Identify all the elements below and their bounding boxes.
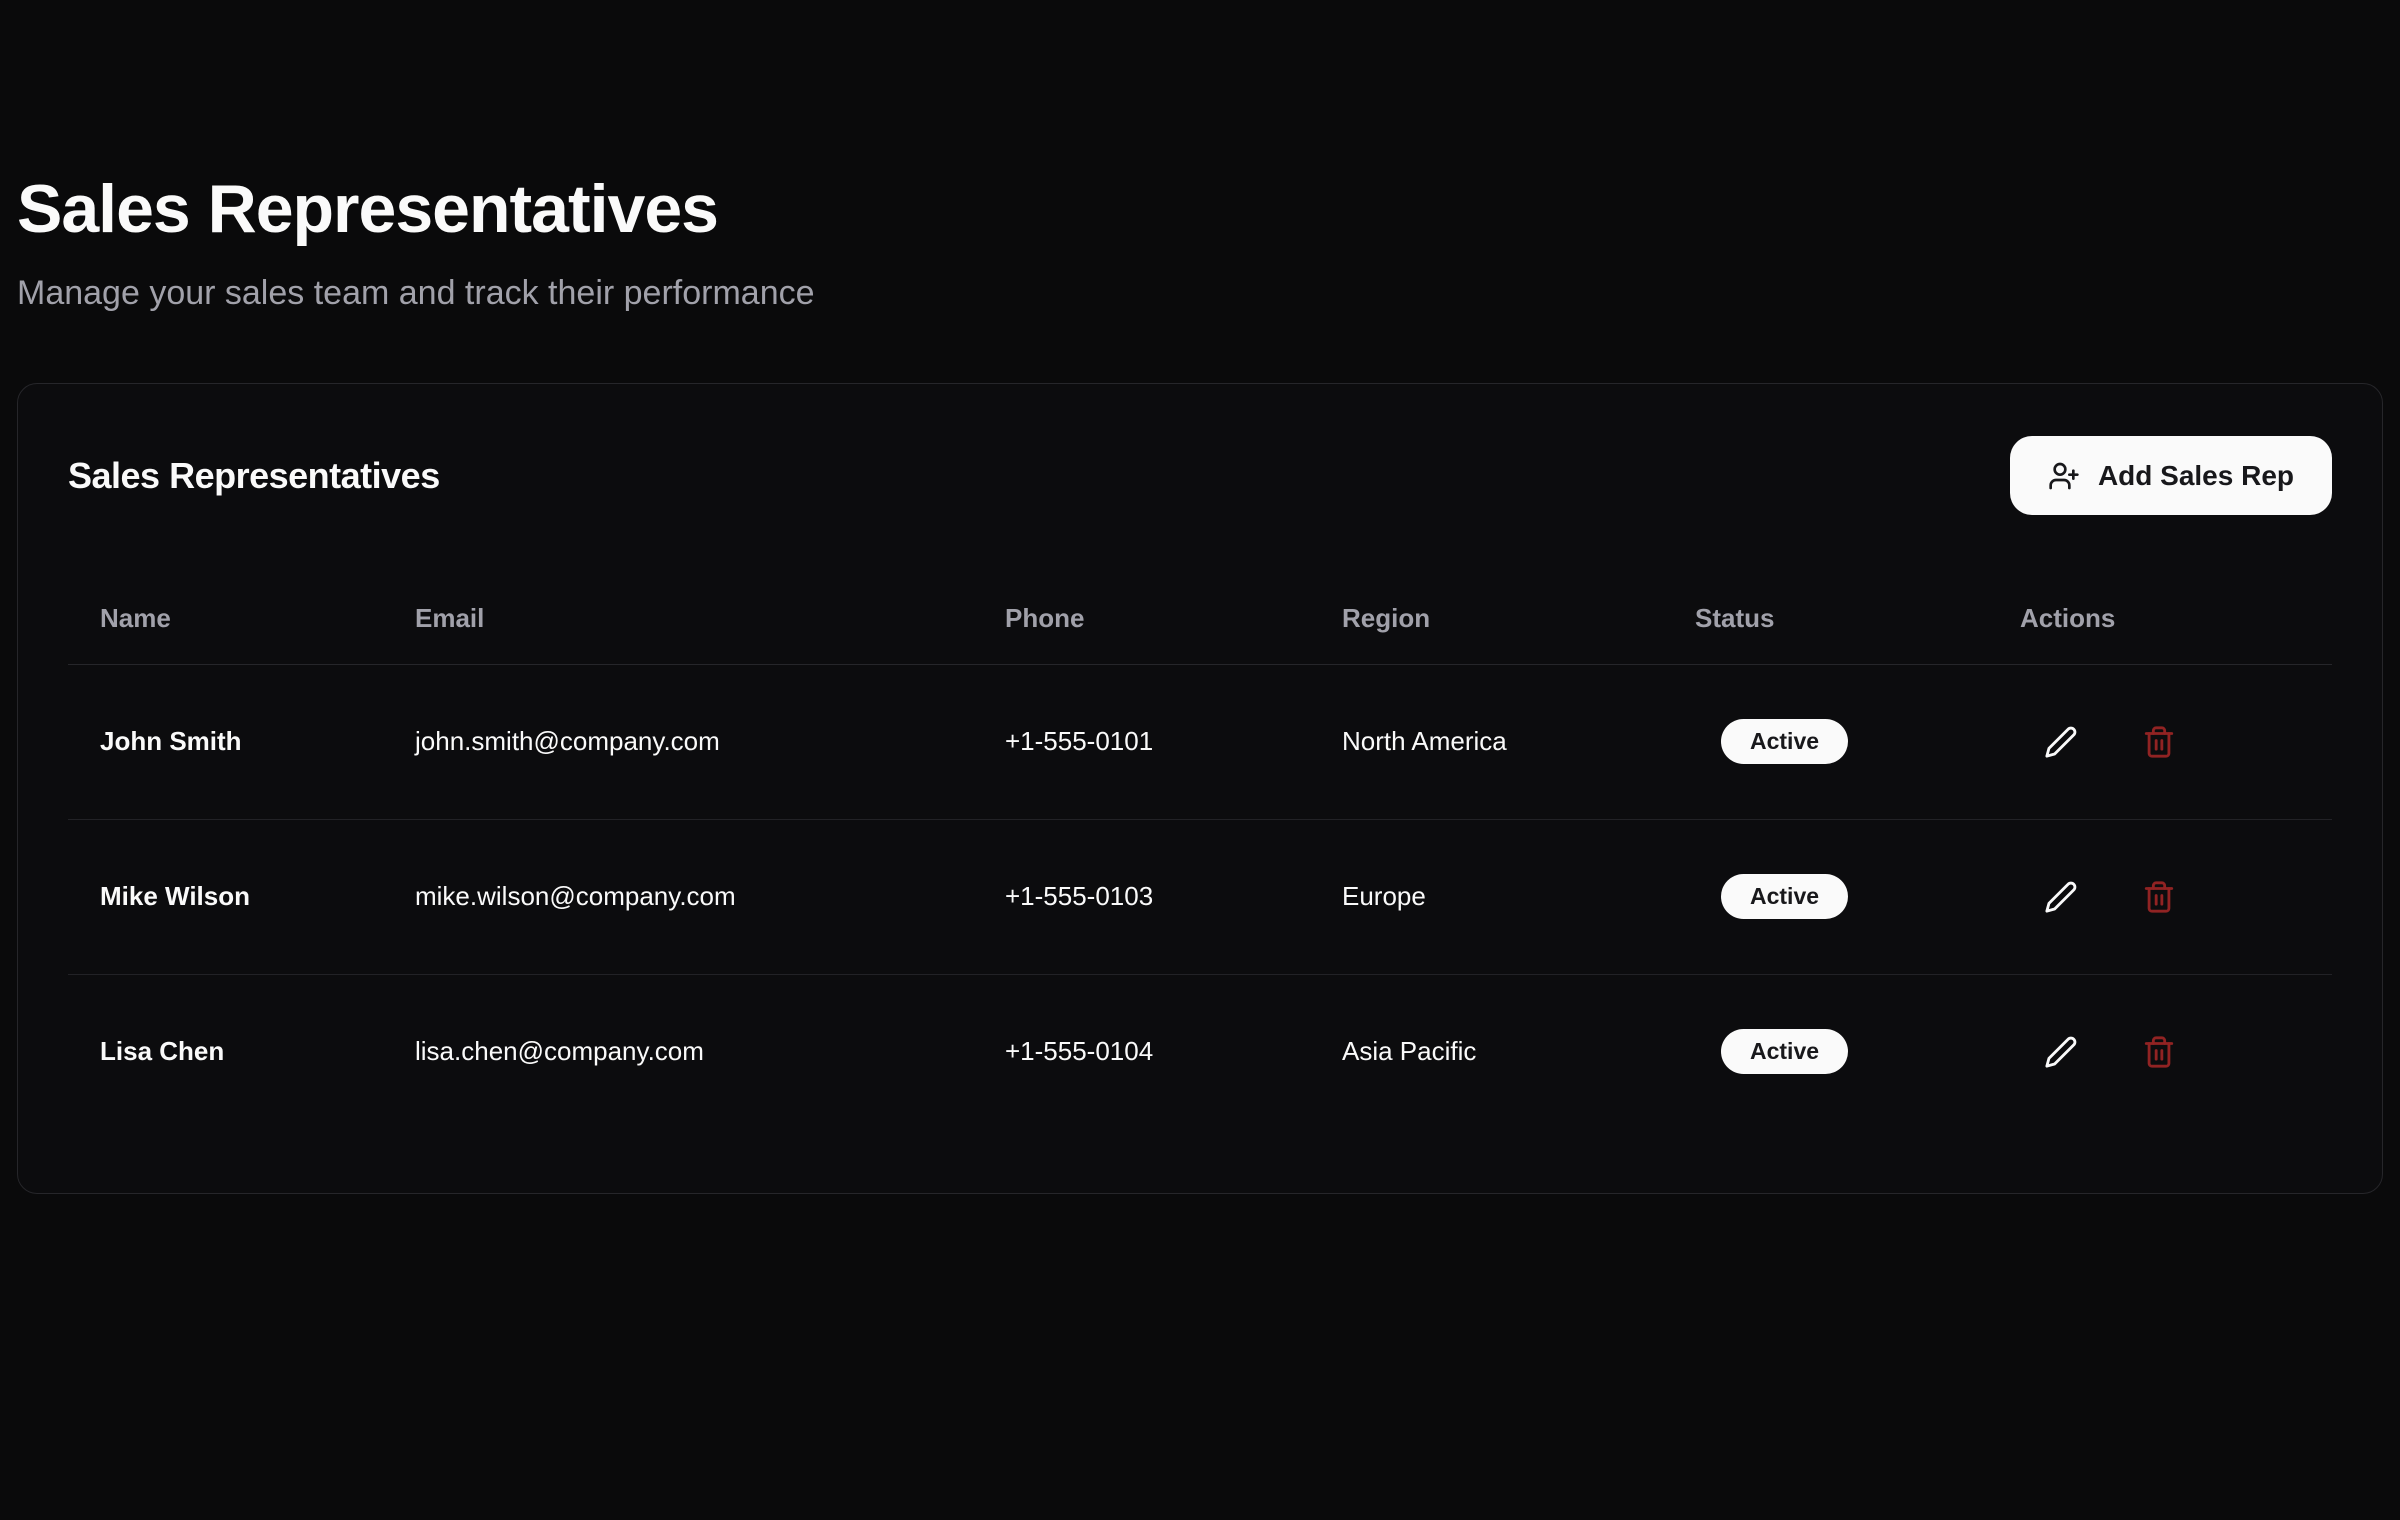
table-row: John Smith john.smith@company.com +1-555… bbox=[68, 665, 2332, 820]
column-header-region: Region bbox=[1310, 515, 1663, 665]
edit-button[interactable] bbox=[2042, 723, 2080, 761]
status-badge: Active bbox=[1721, 874, 1848, 919]
column-header-email: Email bbox=[383, 515, 973, 665]
rep-name-cell: Mike Wilson bbox=[68, 820, 383, 975]
page: Sales Representatives Manage your sales … bbox=[0, 170, 2400, 1194]
rep-email-cell: mike.wilson@company.com bbox=[383, 820, 973, 975]
rep-phone-cell: +1-555-0103 bbox=[973, 820, 1310, 975]
add-sales-rep-button[interactable]: Add Sales Rep bbox=[2010, 436, 2332, 515]
rep-actions-cell bbox=[1988, 665, 2332, 820]
rep-name-cell: Lisa Chen bbox=[68, 975, 383, 1130]
rep-email-cell: lisa.chen@company.com bbox=[383, 975, 973, 1130]
pencil-icon bbox=[2044, 880, 2078, 914]
rep-status-cell: Active bbox=[1663, 975, 1988, 1130]
rep-status-cell: Active bbox=[1663, 820, 1988, 975]
delete-button[interactable] bbox=[2140, 878, 2178, 916]
rep-phone-cell: +1-555-0101 bbox=[973, 665, 1310, 820]
status-badge: Active bbox=[1721, 719, 1848, 764]
column-header-actions: Actions bbox=[1988, 515, 2332, 665]
trash-icon bbox=[2142, 725, 2176, 759]
trash-icon bbox=[2142, 1035, 2176, 1069]
edit-button[interactable] bbox=[2042, 1033, 2080, 1071]
pencil-icon bbox=[2044, 1035, 2078, 1069]
table-header: Name Email Phone Region Status Actions bbox=[68, 515, 2332, 665]
page-subtitle: Manage your sales team and track their p… bbox=[17, 274, 2383, 313]
page-title: Sales Representatives bbox=[17, 170, 2383, 248]
rep-status-cell: Active bbox=[1663, 665, 1988, 820]
rep-region-cell: North America bbox=[1310, 665, 1663, 820]
rep-actions-cell bbox=[1988, 975, 2332, 1130]
rep-actions-cell bbox=[1988, 820, 2332, 975]
sales-reps-card: Sales Representatives Add Sales Rep bbox=[17, 383, 2383, 1194]
table-row: Mike Wilson mike.wilson@company.com +1-5… bbox=[68, 820, 2332, 975]
status-badge: Active bbox=[1721, 1029, 1848, 1074]
column-header-name: Name bbox=[68, 515, 383, 665]
rep-phone-cell: +1-555-0104 bbox=[973, 975, 1310, 1130]
edit-button[interactable] bbox=[2042, 878, 2080, 916]
rep-region-cell: Asia Pacific bbox=[1310, 975, 1663, 1130]
sales-reps-table: Name Email Phone Region Status Actions J… bbox=[68, 515, 2332, 1129]
trash-icon bbox=[2142, 880, 2176, 914]
rep-email-cell: john.smith@company.com bbox=[383, 665, 973, 820]
rep-name-cell: John Smith bbox=[68, 665, 383, 820]
card-header: Sales Representatives Add Sales Rep bbox=[68, 436, 2332, 515]
table-body: John Smith john.smith@company.com +1-555… bbox=[68, 665, 2332, 1130]
column-header-status: Status bbox=[1663, 515, 1988, 665]
delete-button[interactable] bbox=[2140, 723, 2178, 761]
rep-region-cell: Europe bbox=[1310, 820, 1663, 975]
delete-button[interactable] bbox=[2140, 1033, 2178, 1071]
user-plus-icon bbox=[2048, 460, 2080, 492]
pencil-icon bbox=[2044, 725, 2078, 759]
card-title: Sales Representatives bbox=[68, 455, 440, 497]
column-header-phone: Phone bbox=[973, 515, 1310, 665]
add-sales-rep-button-label: Add Sales Rep bbox=[2098, 460, 2294, 492]
table-row: Lisa Chen lisa.chen@company.com +1-555-0… bbox=[68, 975, 2332, 1130]
